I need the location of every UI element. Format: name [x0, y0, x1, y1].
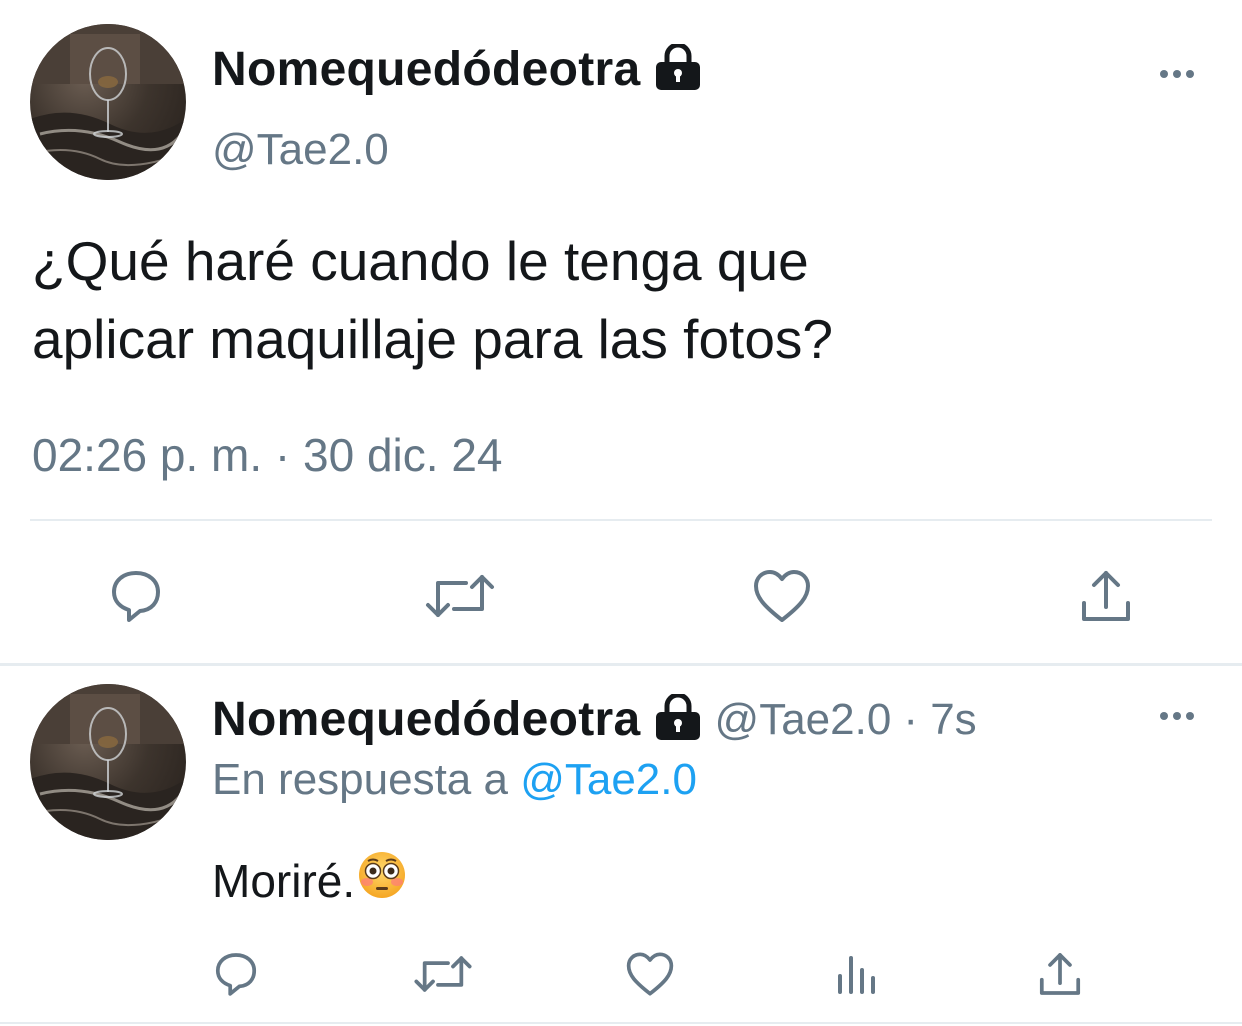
- retweet-icon: [414, 956, 472, 992]
- reply-reply-button[interactable]: [206, 944, 266, 1004]
- reply-avatar[interactable]: [30, 684, 186, 840]
- author-row: Nomequedódeotra: [212, 42, 703, 97]
- share-icon: [1039, 953, 1081, 995]
- reply-text: Moriré.: [212, 854, 356, 907]
- handle[interactable]: @Tae2.0: [212, 125, 389, 175]
- like-icon: [754, 570, 810, 622]
- retweet-icon: [426, 575, 494, 617]
- replying-prefix: En respuesta a: [212, 755, 508, 804]
- reply-display-name[interactable]: Nomequedódeotra: [212, 692, 641, 747]
- replying-to-link[interactable]: @Tae2.0: [520, 755, 697, 804]
- lock-icon: [653, 692, 703, 745]
- reply-like-button[interactable]: [620, 944, 680, 1004]
- reply-icon: [112, 571, 160, 622]
- timestamp[interactable]: 02:26 p. m. · 30 dic. 24: [32, 428, 503, 482]
- replying-to-line: En respuesta a @Tae2.0: [212, 755, 697, 805]
- reply-handle[interactable]: @Tae2.0: [715, 695, 892, 745]
- retweet-button[interactable]: [420, 560, 500, 632]
- like-button[interactable]: [746, 560, 818, 632]
- like-icon: [626, 952, 674, 996]
- tweet-text-line2: aplicar maquillaje para las fotos?: [32, 308, 833, 370]
- analytics-icon: [838, 956, 875, 994]
- lock-icon: [653, 42, 703, 95]
- bottom-divider: [0, 1022, 1242, 1024]
- reply-author-row: Nomequedódeotra @Tae2.0 · 7s: [212, 692, 977, 747]
- tweet-text-line1: ¿Qué haré cuando le tenga que: [32, 230, 809, 292]
- reply-button[interactable]: [100, 560, 172, 632]
- display-name[interactable]: Nomequedódeotra: [212, 42, 641, 97]
- more-icon[interactable]: [1160, 712, 1194, 720]
- analytics-button[interactable]: [826, 944, 886, 1004]
- share-button[interactable]: [1070, 560, 1142, 632]
- flushed-face-icon: [357, 850, 407, 911]
- reply-icon: [215, 953, 257, 996]
- tweet-text: ¿Qué haré cuando le tenga que aplicar ma…: [32, 222, 1212, 378]
- share-icon: [1082, 571, 1130, 621]
- reply-text-row: Moriré.: [212, 850, 407, 911]
- reply-share-button[interactable]: [1030, 944, 1090, 1004]
- section-divider: [0, 663, 1242, 666]
- divider: [30, 519, 1212, 521]
- more-icon[interactable]: [1160, 70, 1194, 78]
- reply-retweet-button[interactable]: [410, 944, 476, 1004]
- avatar[interactable]: [30, 24, 186, 180]
- reply-time: · 7s: [903, 694, 977, 744]
